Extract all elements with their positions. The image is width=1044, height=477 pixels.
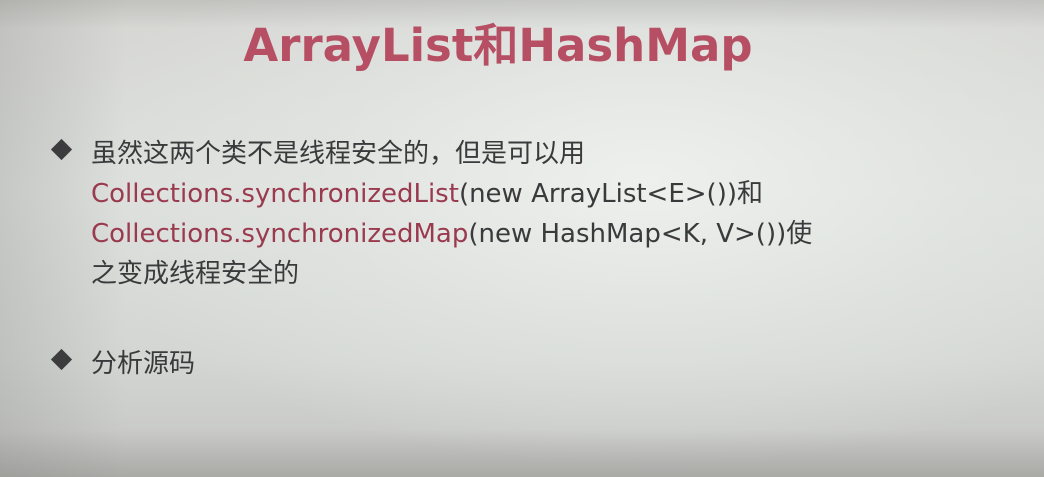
- bullet-line: Collections.synchronizedMap(new HashMap<…: [91, 214, 991, 254]
- code-class-name: Collections.synchronizedMap: [91, 219, 469, 249]
- slide-title: ArrayList和HashMap: [243, 19, 753, 72]
- bullet-line: 分析源码: [91, 344, 991, 384]
- code-class-name: Collections.synchronizedList: [91, 179, 459, 209]
- bullet-line: 虽然这两个类不是线程安全的，但是可以用: [91, 134, 991, 174]
- diamond-bullet-icon: [50, 138, 73, 161]
- bullet-line: Collections.synchronizedList(new ArrayLi…: [91, 174, 991, 214]
- text-segment: (new HashMap<K, V>())使: [468, 219, 813, 249]
- bullet-point-2: 分析源码: [48, 344, 991, 384]
- text-segment: (new ArrayList<E>())和: [458, 179, 763, 209]
- text-segment: 之变成线程安全的: [91, 259, 300, 289]
- diamond-bullet-icon: [50, 348, 73, 371]
- bullet-point-2-text: 分析源码: [91, 344, 991, 384]
- bullet-line: 之变成线程安全的: [91, 254, 991, 294]
- text-segment: 分析源码: [91, 349, 196, 379]
- text-segment: 虽然这两个类不是线程安全的，但是可以用: [91, 139, 586, 169]
- bullet-point-1-text: 虽然这两个类不是线程安全的，但是可以用 Collections.synchron…: [91, 134, 991, 294]
- bullet-point-1: 虽然这两个类不是线程安全的，但是可以用 Collections.synchron…: [48, 134, 991, 294]
